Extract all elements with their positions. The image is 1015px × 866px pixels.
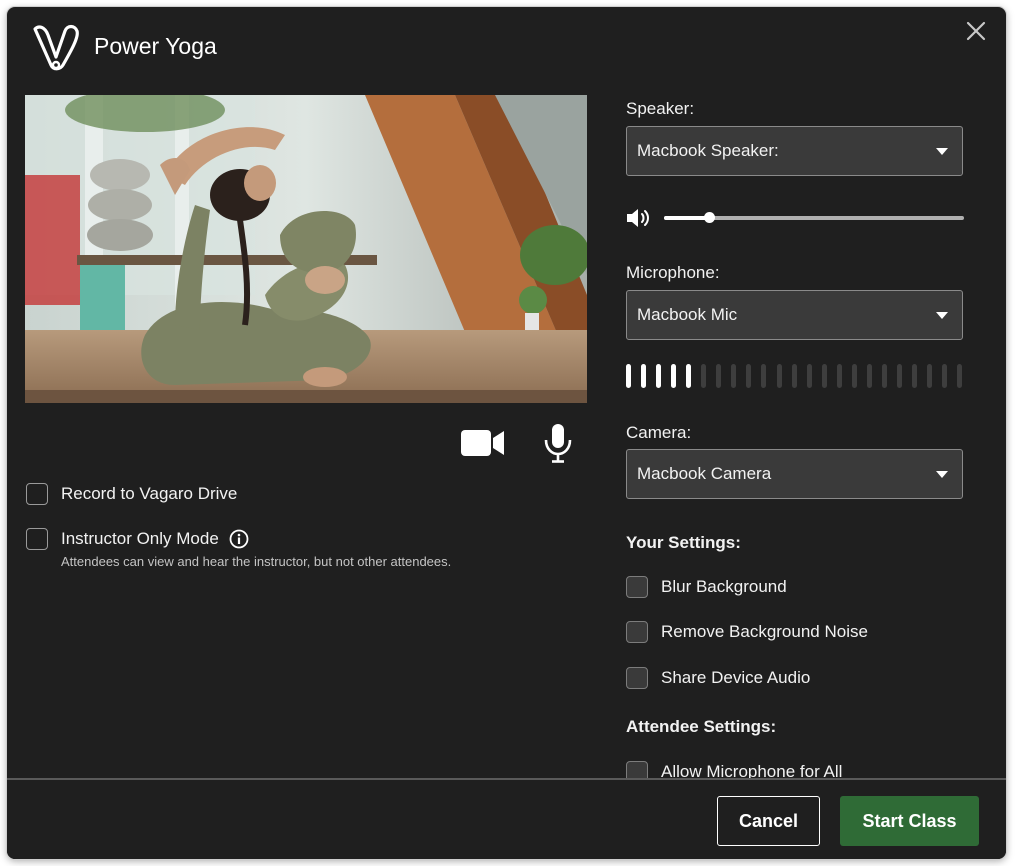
mic-level-bar (896, 364, 902, 388)
checkbox-box[interactable] (626, 667, 648, 689)
mic-level-bar (866, 364, 872, 388)
checkbox-box[interactable] (626, 576, 648, 598)
camera-preview-image (25, 95, 587, 403)
camera-select-value: Macbook Camera (637, 464, 772, 483)
chevron-down-icon (936, 312, 948, 319)
start-class-button[interactable]: Start Class (840, 796, 979, 846)
microphone-select-value: Macbook Mic (637, 305, 738, 324)
checkbox-box[interactable] (626, 621, 648, 643)
speaker-select[interactable]: Macbook Speaker: (626, 126, 963, 176)
mic-level-bar (957, 364, 963, 388)
remove-background-noise-label: Remove Background Noise (661, 622, 868, 641)
video-camera-icon[interactable] (460, 428, 506, 458)
chevron-down-icon (936, 471, 948, 478)
microphone-level-meter (626, 364, 966, 388)
dialog-footer: Cancel Start Class (7, 778, 1006, 859)
blur-background-label: Blur Background (661, 577, 787, 596)
checkbox-box[interactable] (26, 483, 48, 505)
start-class-dialog: Power Yoga Record to Vagaro Drive Instru… (7, 7, 1006, 859)
mic-level-bar (716, 364, 722, 388)
mic-level-bar (806, 364, 812, 388)
record-to-drive-label: Record to Vagaro Drive (61, 484, 238, 503)
camera-select[interactable]: Macbook Camera (626, 449, 963, 499)
close-icon[interactable] (964, 19, 988, 43)
dialog-title: Power Yoga (94, 33, 217, 59)
mic-level-bar (671, 364, 677, 388)
speaker-volume-icon[interactable] (626, 207, 652, 229)
mic-level-bar (746, 364, 752, 388)
remove-background-noise-checkbox[interactable]: Remove Background Noise (626, 621, 868, 643)
instructor-only-label: Instructor Only Mode (61, 529, 219, 548)
camera-label: Camera: (626, 423, 692, 442)
microphone-label: Microphone: (626, 263, 720, 282)
mic-level-bar (881, 364, 887, 388)
checkbox-box[interactable] (26, 528, 48, 550)
volume-slider-fill (664, 216, 709, 220)
volume-slider[interactable] (664, 212, 964, 223)
mic-level-bar (626, 364, 631, 388)
speaker-label: Speaker: (626, 99, 695, 118)
mic-level-bar (776, 364, 782, 388)
camera-preview (25, 95, 587, 403)
mic-level-bar (911, 364, 917, 388)
mic-level-bar (701, 364, 707, 388)
mic-level-bar (942, 364, 948, 388)
share-device-audio-label: Share Device Audio (661, 668, 811, 687)
vagaro-logo-icon (29, 21, 83, 73)
mic-level-bar (927, 364, 932, 388)
instructor-only-helper-text: Attendees can view and hear the instruct… (61, 554, 452, 569)
chevron-down-icon (936, 148, 948, 155)
mic-level-bar (851, 364, 857, 388)
your-settings-heading: Your Settings: (626, 533, 741, 552)
microphone-icon[interactable] (543, 423, 573, 463)
mic-level-bar (686, 364, 692, 388)
speaker-select-value: Macbook Speaker: (637, 141, 779, 160)
info-icon[interactable] (229, 529, 249, 549)
instructor-only-checkbox[interactable]: Instructor Only Mode (26, 528, 249, 550)
attendee-settings-heading: Attendee Settings: (626, 717, 777, 736)
mic-level-bar (731, 364, 737, 388)
volume-slider-handle[interactable] (704, 212, 715, 223)
record-to-drive-checkbox[interactable]: Record to Vagaro Drive (26, 483, 237, 505)
mic-level-bar (836, 364, 842, 388)
mic-level-bar (656, 364, 662, 388)
mic-level-bar (791, 364, 797, 388)
microphone-select[interactable]: Macbook Mic (626, 290, 963, 340)
mic-level-bar (761, 364, 767, 388)
blur-background-checkbox[interactable]: Blur Background (626, 576, 787, 598)
mic-level-bar (641, 364, 647, 388)
mic-level-bar (821, 364, 827, 388)
share-device-audio-checkbox[interactable]: Share Device Audio (626, 667, 810, 689)
cancel-button[interactable]: Cancel (717, 796, 820, 846)
